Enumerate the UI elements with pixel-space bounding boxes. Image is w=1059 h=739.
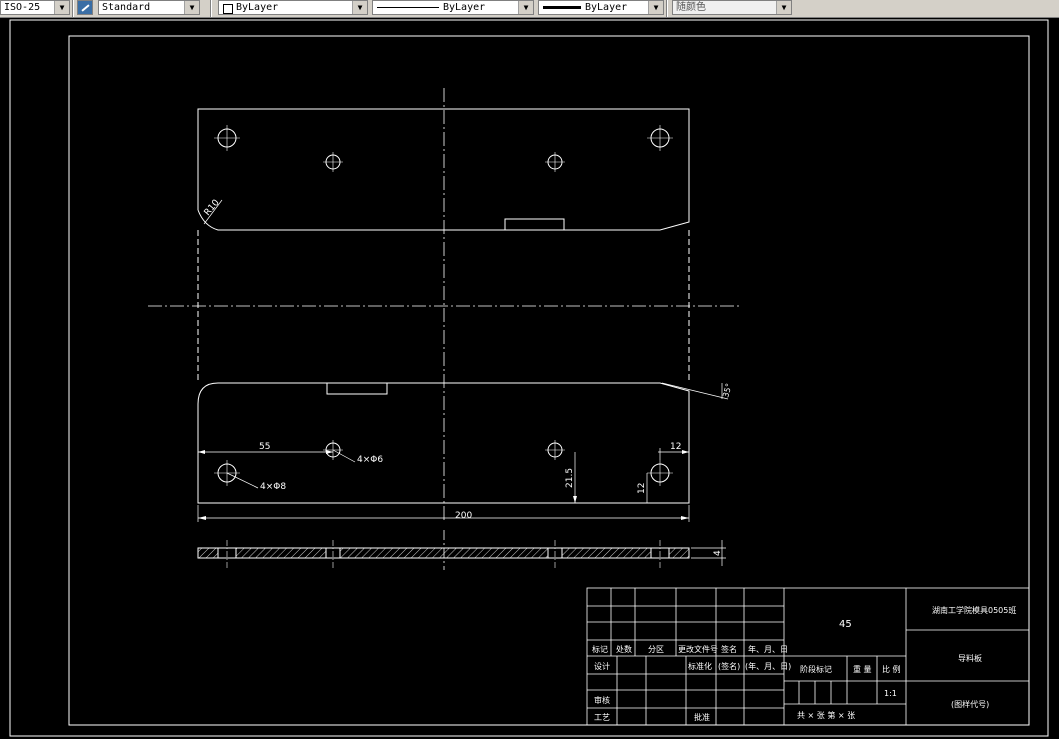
fillet-label: R10 bbox=[203, 198, 222, 218]
row-date-label: (年、月、日) bbox=[745, 661, 791, 671]
row-design-label: 设计 bbox=[594, 661, 610, 671]
linetype-combo[interactable]: ByLayer ▼ bbox=[372, 0, 534, 15]
dim-12-side-label: 12 bbox=[637, 483, 647, 494]
company-name: 湖南工学院模具0505班 bbox=[932, 605, 1016, 615]
hole-note-small: 4×Φ6 bbox=[357, 455, 383, 465]
plotstyle-value: 随颜色 bbox=[676, 2, 706, 13]
center-lines bbox=[148, 88, 740, 570]
text-style-icon[interactable] bbox=[77, 0, 93, 15]
dimstyle-combo[interactable]: ISO-25 ▼ bbox=[0, 0, 70, 15]
color-swatch-icon bbox=[223, 4, 233, 14]
material-value: 45 bbox=[839, 619, 852, 630]
textstyle-value: Standard bbox=[102, 2, 151, 13]
dim-12-top-label: 12 bbox=[670, 442, 681, 452]
plotstyle-combo[interactable]: 随颜色 ▼ bbox=[672, 0, 792, 15]
dim-55-label: 55 bbox=[259, 442, 270, 452]
rev-header-doc: 更改文件号 bbox=[678, 644, 718, 654]
linetype-preview-icon bbox=[377, 7, 439, 8]
toolbar-separator bbox=[210, 0, 212, 17]
check-label: 审核 bbox=[594, 695, 610, 705]
title-block-texts: 45 湖南工学院模具0505班 导料板 (图样代号) 标记 处数 分区 更改文件… bbox=[592, 605, 1016, 722]
dim-215-label: 21.5 bbox=[565, 468, 575, 488]
textstyle-combo[interactable]: Standard ▼ bbox=[98, 0, 200, 15]
drawing-canvas[interactable]: R10 35° 55 4×Φ6 4×Φ8 12 21.5 12 200 4 45… bbox=[0, 17, 1059, 739]
toolbar-separator bbox=[72, 0, 74, 17]
rev-header-count: 处数 bbox=[616, 644, 632, 654]
rev-header-mark: 标记 bbox=[592, 644, 608, 654]
row-standard-label: 标准化 bbox=[688, 661, 712, 671]
dim-4-label: 4 bbox=[713, 550, 723, 556]
mounting-holes bbox=[217, 128, 670, 483]
rev-header-date: 年、月、日 bbox=[748, 644, 788, 654]
properties-toolbar: ISO-25 ▼ Standard ▼ ByLayer ▼ ByLayer ▼ … bbox=[0, 0, 1059, 18]
lineweight-preview-icon bbox=[543, 6, 581, 9]
chevron-down-icon[interactable]: ▼ bbox=[54, 1, 69, 14]
chevron-down-icon[interactable]: ▼ bbox=[352, 1, 367, 14]
dimstyle-value: ISO-25 bbox=[4, 2, 41, 13]
row-sign-label: (签名) bbox=[718, 661, 740, 671]
color-combo[interactable]: ByLayer ▼ bbox=[218, 0, 368, 15]
lineweight-combo[interactable]: ByLayer ▼ bbox=[538, 0, 664, 15]
hole-note-large: 4×Φ8 bbox=[260, 482, 286, 492]
scale-label: 比 例 bbox=[882, 664, 901, 674]
drawing-number: (图样代号) bbox=[951, 699, 989, 709]
angle-label: 35° bbox=[721, 382, 733, 398]
sheets-label: 共 × 张 第 × 张 bbox=[797, 710, 855, 720]
part-name: 导料板 bbox=[958, 653, 982, 663]
chevron-down-icon[interactable]: ▼ bbox=[776, 1, 791, 14]
chevron-down-icon[interactable]: ▼ bbox=[184, 1, 199, 14]
dim-200-label: 200 bbox=[455, 511, 472, 521]
rev-header-sign: 签名 bbox=[721, 644, 737, 654]
guide-plate-section-view bbox=[197, 540, 690, 568]
weight-label: 重 量 bbox=[853, 664, 872, 674]
dimension-texts: R10 35° 55 4×Φ6 4×Φ8 12 21.5 12 200 4 bbox=[203, 198, 734, 556]
approve-label: 批准 bbox=[694, 712, 710, 722]
chevron-down-icon[interactable]: ▼ bbox=[518, 1, 533, 14]
toolbar-separator bbox=[666, 0, 668, 17]
drawing-frame bbox=[68, 35, 1030, 726]
scale-value: 1:1 bbox=[884, 689, 897, 698]
chevron-down-icon[interactable]: ▼ bbox=[648, 1, 663, 14]
linetype-value: ByLayer bbox=[443, 2, 486, 13]
rev-header-zone: 分区 bbox=[648, 645, 664, 654]
hole-centerlines bbox=[214, 125, 673, 486]
lineweight-value: ByLayer bbox=[585, 2, 628, 13]
process-label: 工艺 bbox=[594, 713, 610, 722]
color-value: ByLayer bbox=[236, 2, 279, 13]
paper-outer-border bbox=[9, 19, 1049, 737]
stage-label: 阶段标记 bbox=[800, 664, 832, 674]
